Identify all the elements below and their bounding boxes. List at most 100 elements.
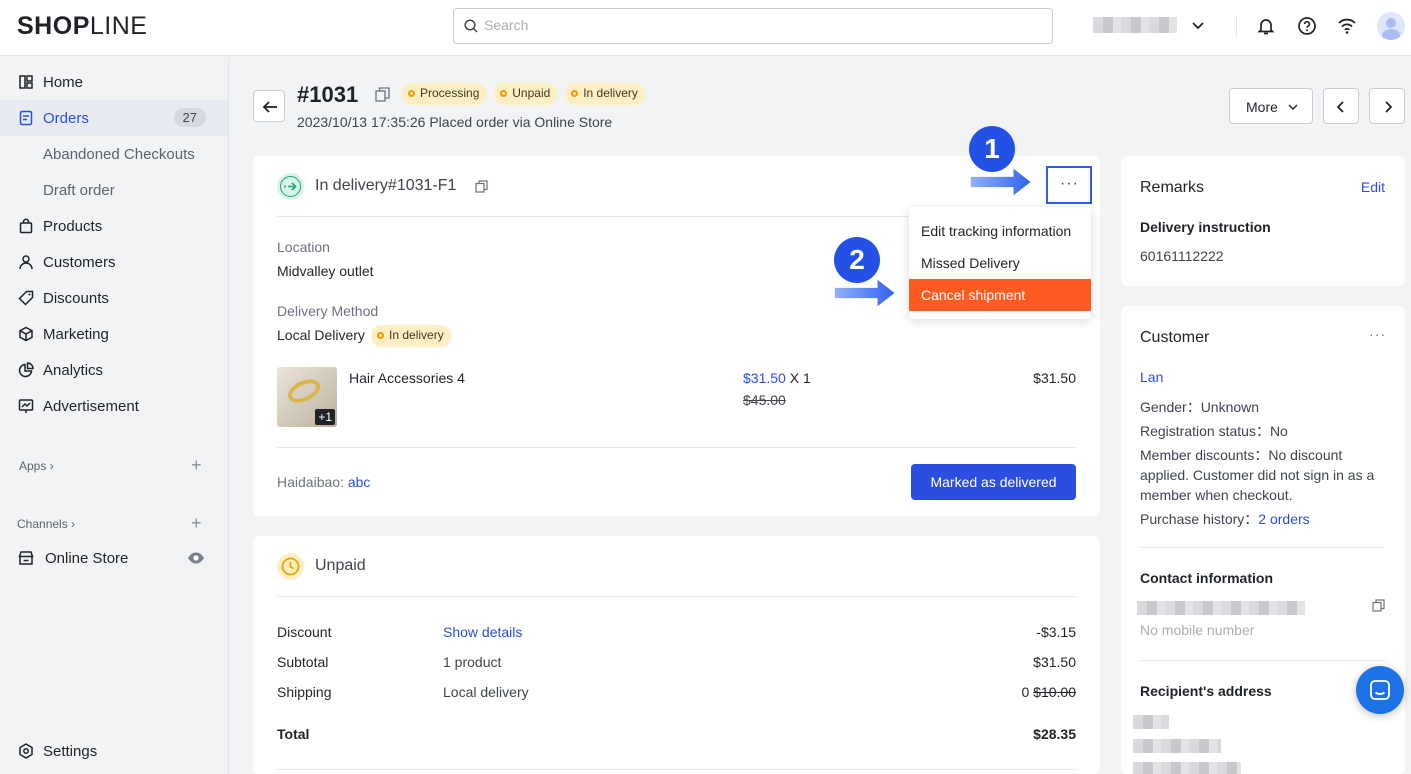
add-app-icon[interactable]: + <box>191 455 202 476</box>
sidebar-item-products[interactable]: Products <box>0 208 228 244</box>
status-badges: Processing Unpaid In delivery <box>402 83 645 105</box>
sidebar-item-label: Home <box>43 74 84 91</box>
customer-name-link[interactable]: Lan <box>1140 369 1163 385</box>
customer-title: Customer <box>1140 329 1210 346</box>
channels-section-label[interactable]: Channels › <box>17 517 75 531</box>
original-price: $45.00 <box>743 392 786 408</box>
step-2-marker: 2 <box>834 237 880 283</box>
divider <box>277 447 1076 448</box>
location-value: Midvalley outlet <box>277 263 374 279</box>
arrow-right-icon <box>834 279 895 307</box>
menu-item-edit-tracking[interactable]: Edit tracking information <box>909 215 1091 247</box>
eye-icon[interactable] <box>187 551 205 565</box>
customer-gender: Gender：Unknown <box>1140 399 1260 415</box>
add-channel-icon[interactable]: + <box>191 513 202 534</box>
product-price: $31.50 X 1 <box>743 370 811 386</box>
courier-label: Haidaibao: abc <box>277 474 371 490</box>
more-button[interactable]: More <box>1229 88 1313 124</box>
address-redacted <box>1133 715 1169 729</box>
menu-item-missed-delivery[interactable]: Missed Delivery <box>909 247 1091 279</box>
customer-more-icon[interactable]: ··· <box>1369 326 1386 342</box>
tag-icon <box>18 290 34 306</box>
top-bar-divider <box>1236 15 1237 37</box>
back-button[interactable] <box>253 90 285 122</box>
copy-icon[interactable] <box>375 87 390 102</box>
delivery-instruction-label: Delivery instruction <box>1140 219 1271 235</box>
sidebar-item-label: Orders <box>43 110 89 127</box>
in-delivery-icon <box>277 173 304 200</box>
sidebar: Home Orders 27 Abandoned Checkouts Draft… <box>0 57 229 774</box>
store-name-redacted[interactable] <box>1093 17 1177 33</box>
product-name[interactable]: Hair Accessories 4 <box>349 370 465 386</box>
tracking-link[interactable]: abc <box>348 474 371 490</box>
sidebar-item-label: Draft order <box>43 182 115 199</box>
sidebar-item-discounts[interactable]: Discounts <box>0 280 228 316</box>
total-label: Total <box>277 726 310 742</box>
chevron-left-icon <box>1336 101 1344 113</box>
discount-label: Discount <box>277 624 332 640</box>
sidebar-item-analytics[interactable]: Analytics <box>0 352 228 388</box>
recipient-address-title: Recipient's address <box>1140 683 1272 699</box>
search-input[interactable] <box>484 17 1024 33</box>
bell-icon[interactable] <box>1256 16 1276 36</box>
status-badge: In delivery <box>565 83 645 105</box>
marked-as-delivered-button[interactable]: Marked as delivered <box>911 464 1076 500</box>
search-box[interactable] <box>453 8 1053 44</box>
previous-order-button[interactable] <box>1323 88 1359 124</box>
arrow-left-icon <box>262 101 277 113</box>
menu-item-cancel-shipment[interactable]: Cancel shipment <box>909 279 1091 311</box>
delivery-method-value: Local Delivery <box>277 327 365 343</box>
location-label: Location <box>277 239 330 255</box>
sidebar-item-label: Advertisement <box>43 398 139 415</box>
customer-member-discounts: Member discounts：No discount applied. Cu… <box>1140 447 1375 503</box>
help-icon[interactable] <box>1297 16 1317 36</box>
chevron-right-icon: › <box>49 459 54 473</box>
next-order-button[interactable] <box>1369 88 1405 124</box>
sidebar-item-label: Marketing <box>43 326 109 343</box>
copy-icon[interactable] <box>475 180 488 193</box>
fulfillment-more-button[interactable]: ··· <box>1046 166 1092 204</box>
shipping-label: Shipping <box>277 684 332 700</box>
chevron-right-icon <box>1385 101 1393 113</box>
subtotal-label: Subtotal <box>277 654 329 670</box>
avatar[interactable] <box>1377 12 1405 40</box>
discount-value: -$3.15 <box>1036 624 1076 640</box>
address-redacted <box>1133 762 1241 774</box>
sidebar-item-advertisement[interactable]: Advertisement <box>0 388 228 424</box>
fulfillment-actions-menu: Edit tracking information Missed Deliver… <box>909 207 1091 319</box>
chat-support-button[interactable] <box>1356 666 1404 714</box>
delivery-method-label: Delivery Method <box>277 303 379 319</box>
purchase-history-link[interactable]: 2 orders <box>1258 511 1309 527</box>
payment-card: Unpaid Discount Show details -$3.15 Subt… <box>253 536 1100 774</box>
clock-icon <box>277 553 304 580</box>
edit-remarks-link[interactable]: Edit <box>1361 179 1385 195</box>
divider <box>1140 547 1385 548</box>
no-mobile-number: No mobile number <box>1140 622 1255 638</box>
email-redacted <box>1137 601 1305 615</box>
sidebar-item-customers[interactable]: Customers <box>0 244 228 280</box>
wifi-icon[interactable] <box>1337 17 1357 35</box>
status-badge: Processing <box>402 83 487 105</box>
bag-icon <box>19 218 33 234</box>
chevron-down-icon[interactable] <box>1190 18 1206 34</box>
shopline-logo[interactable]: SHOPLINE <box>17 12 147 41</box>
product-thumbnail[interactable]: +1 <box>277 367 337 427</box>
address-redacted <box>1133 739 1221 753</box>
copy-icon[interactable] <box>1372 599 1385 612</box>
sidebar-item-orders[interactable]: Orders 27 <box>0 100 228 136</box>
sidebar-item-online-store[interactable]: Online Store <box>0 540 228 576</box>
sidebar-item-abandoned-checkouts[interactable]: Abandoned Checkouts <box>0 136 228 172</box>
cube-icon <box>19 326 33 342</box>
subtotal-detail: 1 product <box>443 654 502 670</box>
payment-title: Unpaid <box>315 557 366 574</box>
orders-icon <box>19 110 33 126</box>
show-details-link[interactable]: Show details <box>443 624 522 640</box>
home-icon <box>19 75 33 89</box>
sidebar-item-marketing[interactable]: Marketing <box>0 316 228 352</box>
sidebar-item-draft-order[interactable]: Draft order <box>0 172 228 208</box>
gear-icon <box>19 743 33 759</box>
chat-icon <box>1370 680 1390 700</box>
sidebar-item-home[interactable]: Home <box>0 64 228 100</box>
apps-section-label[interactable]: Apps › <box>19 459 54 473</box>
sidebar-item-settings[interactable]: Settings <box>0 733 228 769</box>
